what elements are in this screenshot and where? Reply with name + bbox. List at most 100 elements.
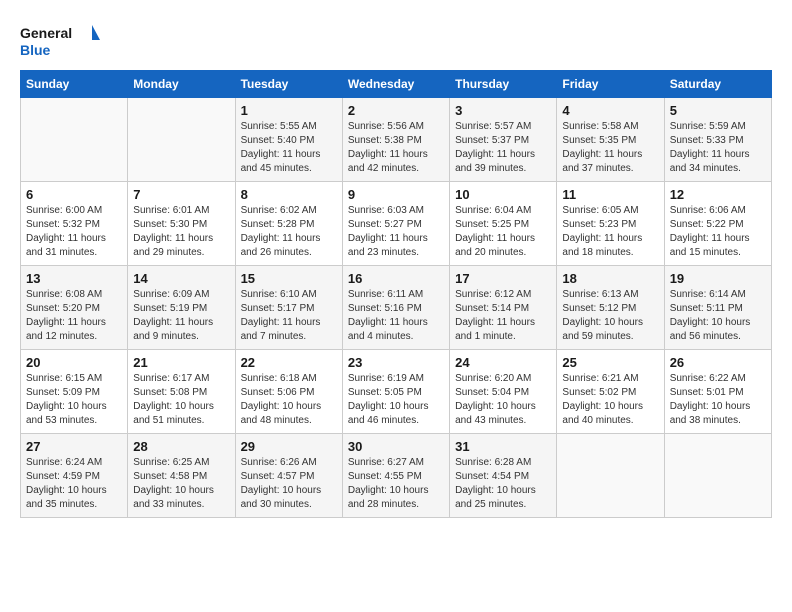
calendar-week-1: 6 Sunrise: 6:00 AM Sunset: 5:32 PM Daylig… [21, 182, 772, 266]
calendar-cell: 3 Sunrise: 5:57 AM Sunset: 5:37 PM Daylig… [450, 98, 557, 182]
calendar-cell: 13 Sunrise: 6:08 AM Sunset: 5:20 PM Dayli… [21, 266, 128, 350]
day-number: 5 [670, 103, 766, 118]
day-info: Sunrise: 6:18 AM Sunset: 5:06 PM Dayligh… [241, 372, 337, 428]
day-info: Sunrise: 6:21 AM Sunset: 5:02 PM Dayligh… [562, 372, 658, 428]
day-info: Sunrise: 6:00 AM Sunset: 5:32 PM Dayligh… [26, 204, 122, 260]
day-info: Sunrise: 6:08 AM Sunset: 5:20 PM Dayligh… [26, 288, 122, 344]
day-info: Sunrise: 6:12 AM Sunset: 5:14 PM Dayligh… [455, 288, 551, 344]
day-number: 31 [455, 439, 551, 454]
calendar-cell: 24Sunrise: 6:20 AM Sunset: 5:04 PM Dayli… [450, 350, 557, 434]
day-info: Sunrise: 6:22 AM Sunset: 5:01 PM Dayligh… [670, 372, 766, 428]
day-number: 12 [670, 187, 766, 202]
calendar-week-0: 1 Sunrise: 5:55 AM Sunset: 5:40 PM Daylig… [21, 98, 772, 182]
calendar-cell: 7 Sunrise: 6:01 AM Sunset: 5:30 PM Daylig… [128, 182, 235, 266]
day-info: Sunrise: 6:01 AM Sunset: 5:30 PM Dayligh… [133, 204, 229, 260]
calendar-cell: 12 Sunrise: 6:06 AM Sunset: 5:22 PM Dayli… [664, 182, 771, 266]
logo-svg: General Blue [20, 20, 100, 60]
day-number: 25 [562, 355, 658, 370]
calendar-cell: 30 Sunrise: 6:27 AM Sunset: 4:55 PM Dayli… [342, 434, 449, 518]
day-info: Sunrise: 6:19 AM Sunset: 5:05 PM Dayligh… [348, 372, 444, 428]
calendar-cell [664, 434, 771, 518]
calendar-cell: 4 Sunrise: 5:58 AM Sunset: 5:35 PM Daylig… [557, 98, 664, 182]
day-number: 13 [26, 271, 122, 286]
day-number: 27 [26, 439, 122, 454]
day-info: Sunrise: 6:28 AM Sunset: 4:54 PM Dayligh… [455, 456, 551, 512]
calendar-cell: 18Sunrise: 6:13 AM Sunset: 5:12 PM Dayli… [557, 266, 664, 350]
day-number: 7 [133, 187, 229, 202]
calendar-week-3: 20Sunrise: 6:15 AM Sunset: 5:09 PM Dayli… [21, 350, 772, 434]
calendar-table: SundayMondayTuesdayWednesdayThursdayFrid… [20, 70, 772, 518]
day-number: 10 [455, 187, 551, 202]
calendar-cell: 1 Sunrise: 5:55 AM Sunset: 5:40 PM Daylig… [235, 98, 342, 182]
day-number: 30 [348, 439, 444, 454]
calendar-cell: 31 Sunrise: 6:28 AM Sunset: 4:54 PM Dayli… [450, 434, 557, 518]
day-info: Sunrise: 6:02 AM Sunset: 5:28 PM Dayligh… [241, 204, 337, 260]
day-info: Sunrise: 6:24 AM Sunset: 4:59 PM Dayligh… [26, 456, 122, 512]
header-monday: Monday [128, 71, 235, 98]
day-number: 11 [562, 187, 658, 202]
day-info: Sunrise: 5:55 AM Sunset: 5:40 PM Dayligh… [241, 120, 337, 176]
day-info: Sunrise: 6:26 AM Sunset: 4:57 PM Dayligh… [241, 456, 337, 512]
day-number: 8 [241, 187, 337, 202]
calendar-cell: 5 Sunrise: 5:59 AM Sunset: 5:33 PM Daylig… [664, 98, 771, 182]
calendar-cell: 26 Sunrise: 6:22 AM Sunset: 5:01 PM Dayli… [664, 350, 771, 434]
calendar-cell: 15Sunrise: 6:10 AM Sunset: 5:17 PM Dayli… [235, 266, 342, 350]
day-info: Sunrise: 5:57 AM Sunset: 5:37 PM Dayligh… [455, 120, 551, 176]
calendar-cell: 11Sunrise: 6:05 AM Sunset: 5:23 PM Dayli… [557, 182, 664, 266]
day-info: Sunrise: 6:04 AM Sunset: 5:25 PM Dayligh… [455, 204, 551, 260]
day-info: Sunrise: 6:11 AM Sunset: 5:16 PM Dayligh… [348, 288, 444, 344]
day-info: Sunrise: 5:59 AM Sunset: 5:33 PM Dayligh… [670, 120, 766, 176]
day-number: 9 [348, 187, 444, 202]
calendar-cell: 17Sunrise: 6:12 AM Sunset: 5:14 PM Dayli… [450, 266, 557, 350]
day-info: Sunrise: 6:27 AM Sunset: 4:55 PM Dayligh… [348, 456, 444, 512]
calendar-week-4: 27 Sunrise: 6:24 AM Sunset: 4:59 PM Dayli… [21, 434, 772, 518]
header-friday: Friday [557, 71, 664, 98]
calendar-cell: 27 Sunrise: 6:24 AM Sunset: 4:59 PM Dayli… [21, 434, 128, 518]
day-info: Sunrise: 6:10 AM Sunset: 5:17 PM Dayligh… [241, 288, 337, 344]
header-tuesday: Tuesday [235, 71, 342, 98]
calendar-cell: 20Sunrise: 6:15 AM Sunset: 5:09 PM Dayli… [21, 350, 128, 434]
calendar-cell: 10 Sunrise: 6:04 AM Sunset: 5:25 PM Dayli… [450, 182, 557, 266]
calendar-cell: 8 Sunrise: 6:02 AM Sunset: 5:28 PM Daylig… [235, 182, 342, 266]
day-number: 16 [348, 271, 444, 286]
calendar-cell: 22 Sunrise: 6:18 AM Sunset: 5:06 PM Dayli… [235, 350, 342, 434]
header-row: SundayMondayTuesdayWednesdayThursdayFrid… [21, 71, 772, 98]
calendar-cell: 25 Sunrise: 6:21 AM Sunset: 5:02 PM Dayli… [557, 350, 664, 434]
day-info: Sunrise: 6:06 AM Sunset: 5:22 PM Dayligh… [670, 204, 766, 260]
calendar-cell: 19Sunrise: 6:14 AM Sunset: 5:11 PM Dayli… [664, 266, 771, 350]
day-number: 23 [348, 355, 444, 370]
day-number: 29 [241, 439, 337, 454]
day-number: 24 [455, 355, 551, 370]
day-number: 28 [133, 439, 229, 454]
calendar-body: 1 Sunrise: 5:55 AM Sunset: 5:40 PM Daylig… [21, 98, 772, 518]
day-number: 3 [455, 103, 551, 118]
calendar-cell: 23 Sunrise: 6:19 AM Sunset: 5:05 PM Dayli… [342, 350, 449, 434]
day-number: 4 [562, 103, 658, 118]
header-sunday: Sunday [21, 71, 128, 98]
day-number: 1 [241, 103, 337, 118]
day-number: 26 [670, 355, 766, 370]
day-number: 14 [133, 271, 229, 286]
day-number: 18 [562, 271, 658, 286]
day-info: Sunrise: 6:15 AM Sunset: 5:09 PM Dayligh… [26, 372, 122, 428]
day-number: 21 [133, 355, 229, 370]
day-number: 22 [241, 355, 337, 370]
calendar-header: SundayMondayTuesdayWednesdayThursdayFrid… [21, 71, 772, 98]
day-number: 19 [670, 271, 766, 286]
day-number: 6 [26, 187, 122, 202]
day-info: Sunrise: 6:03 AM Sunset: 5:27 PM Dayligh… [348, 204, 444, 260]
logo: General Blue [20, 20, 100, 60]
header-wednesday: Wednesday [342, 71, 449, 98]
svg-text:General: General [20, 25, 72, 41]
calendar-week-2: 13 Sunrise: 6:08 AM Sunset: 5:20 PM Dayli… [21, 266, 772, 350]
page-header: General Blue [20, 20, 772, 60]
day-number: 2 [348, 103, 444, 118]
day-info: Sunrise: 6:09 AM Sunset: 5:19 PM Dayligh… [133, 288, 229, 344]
day-info: Sunrise: 5:56 AM Sunset: 5:38 PM Dayligh… [348, 120, 444, 176]
day-info: Sunrise: 6:17 AM Sunset: 5:08 PM Dayligh… [133, 372, 229, 428]
calendar-cell: 2 Sunrise: 5:56 AM Sunset: 5:38 PM Daylig… [342, 98, 449, 182]
day-info: Sunrise: 5:58 AM Sunset: 5:35 PM Dayligh… [562, 120, 658, 176]
day-info: Sunrise: 6:25 AM Sunset: 4:58 PM Dayligh… [133, 456, 229, 512]
calendar-cell: 28 Sunrise: 6:25 AM Sunset: 4:58 PM Dayli… [128, 434, 235, 518]
svg-text:Blue: Blue [20, 42, 51, 58]
